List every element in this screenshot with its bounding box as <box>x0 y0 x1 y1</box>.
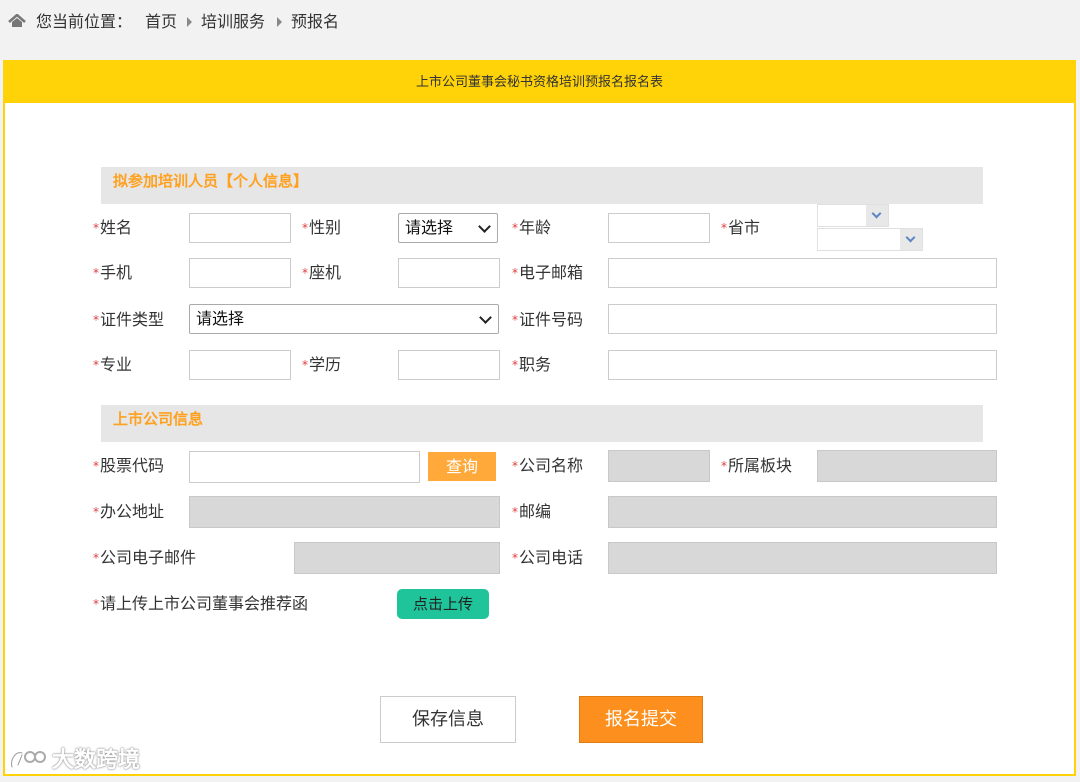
position-input[interactable] <box>608 350 997 380</box>
breadcrumb-training[interactable]: 培训服务 <box>201 12 265 32</box>
chevron-down-icon <box>905 232 916 243</box>
major-label: *专业 <box>93 355 133 374</box>
watermark-logo-icon <box>10 751 46 769</box>
upload-label: *请上传上市公司董事会推荐函 <box>93 594 309 613</box>
company-name-label: *公司名称 <box>512 456 584 475</box>
id-type-select[interactable]: 请选择 <box>189 304 499 334</box>
zip-field <box>608 496 997 528</box>
company-section-header: 上市公司信息 <box>101 405 983 442</box>
registration-panel: 上市公司董事会秘书资格培训预报名报名表 拟参加培训人员【个人信息】 *姓名 *性… <box>3 60 1076 776</box>
province-select[interactable] <box>817 204 889 227</box>
age-label: *年龄 <box>512 218 552 237</box>
chevron-down-icon <box>478 220 491 233</box>
name-input[interactable] <box>189 213 291 243</box>
mobile-label: *手机 <box>93 263 133 282</box>
province-label: *省市 <box>721 218 761 237</box>
landline-input[interactable] <box>398 258 500 288</box>
breadcrumb-current: 预报名 <box>291 12 340 31</box>
stock-code-input[interactable] <box>189 451 420 483</box>
age-input[interactable] <box>608 213 710 243</box>
id-type-label: *证件类型 <box>93 310 165 329</box>
breadcrumb: 您当前位置： 首页 培训服务 预报名 <box>0 0 1080 44</box>
position-label: *职务 <box>512 355 552 374</box>
education-label: *学历 <box>302 355 342 374</box>
chevron-down-icon <box>871 208 882 219</box>
save-button[interactable]: 保存信息 <box>380 696 516 743</box>
company-phone-label: *公司电话 <box>512 548 584 567</box>
chevron-down-icon <box>479 311 492 324</box>
address-field <box>189 496 500 528</box>
landline-label: *座机 <box>302 263 342 282</box>
query-button[interactable]: 查询 <box>428 452 496 481</box>
company-email-field <box>294 542 500 574</box>
id-number-input[interactable] <box>608 304 997 334</box>
personal-section-header: 拟参加培训人员【个人信息】 <box>101 167 983 204</box>
upload-button[interactable]: 点击上传 <box>397 589 489 619</box>
form-title: 上市公司董事会秘书资格培训预报名报名表 <box>5 62 1074 103</box>
stock-code-label: *股票代码 <box>93 456 165 475</box>
company-email-label: *公司电子邮件 <box>93 548 197 567</box>
education-input[interactable] <box>398 350 500 380</box>
breadcrumb-home[interactable]: 首页 <box>145 12 177 32</box>
breadcrumb-arrow-icon <box>187 17 192 27</box>
email-input[interactable] <box>608 258 997 288</box>
major-input[interactable] <box>189 350 291 380</box>
watermark-text: 大数跨境 <box>52 748 141 773</box>
watermark: 大数跨境 <box>8 745 148 779</box>
board-label: *所属板块 <box>721 456 793 475</box>
home-icon[interactable] <box>8 14 26 28</box>
id-number-label: *证件号码 <box>512 310 584 329</box>
breadcrumb-arrow-icon <box>277 17 282 27</box>
city-select[interactable] <box>817 228 923 251</box>
board-field <box>817 450 997 482</box>
address-label: *办公地址 <box>93 502 165 521</box>
company-phone-field <box>608 542 997 574</box>
personal-section-title: 拟参加培训人员【个人信息】 <box>113 172 309 190</box>
company-name-field <box>608 450 710 482</box>
name-label: *姓名 <box>93 218 133 237</box>
gender-select[interactable]: 请选择 <box>398 213 498 243</box>
company-section-title: 上市公司信息 <box>113 410 204 428</box>
gender-label: *性别 <box>302 218 342 237</box>
submit-button[interactable]: 报名提交 <box>579 696 703 743</box>
breadcrumb-prefix: 您当前位置： <box>36 12 133 31</box>
zip-label: *邮编 <box>512 502 552 521</box>
email-label: *电子邮箱 <box>512 263 584 282</box>
mobile-input[interactable] <box>189 258 291 288</box>
